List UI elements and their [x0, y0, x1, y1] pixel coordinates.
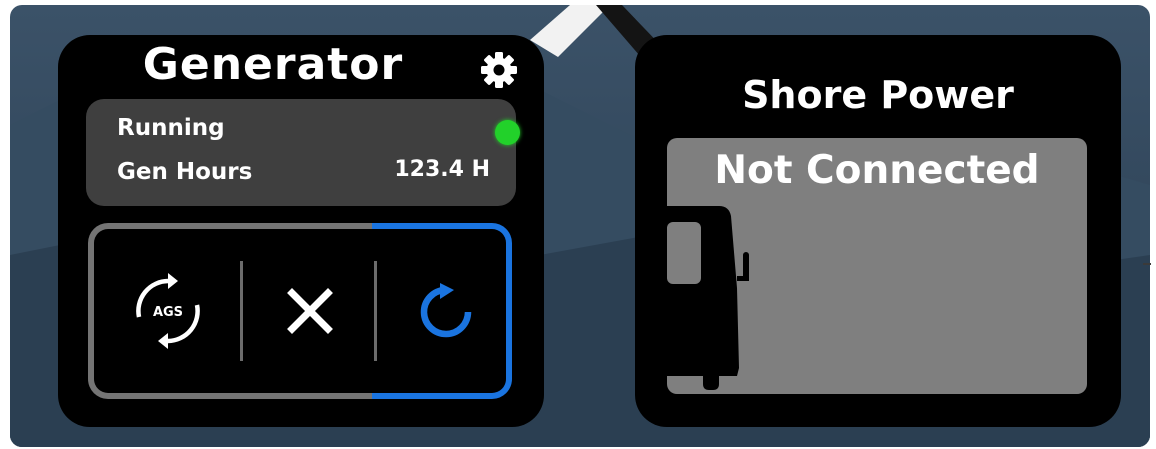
- auto-button[interactable]: [378, 229, 514, 393]
- close-icon: [287, 288, 333, 334]
- gen-hours-value: 123.4 H: [394, 157, 490, 182]
- ags-label: AGS: [153, 305, 183, 320]
- shore-power-status: Not Connected: [714, 148, 1040, 193]
- ags-cycle-icon: AGS: [136, 273, 200, 349]
- generator-panel: Generator Running Gen Hours 123.4 H AGS: [58, 35, 544, 427]
- refresh-icon: [420, 283, 472, 338]
- rv-icon: [667, 206, 749, 390]
- running-status-indicator: [495, 120, 520, 145]
- running-status-label: Running: [117, 115, 225, 141]
- edge-marker: [1143, 263, 1151, 265]
- background: Generator Running Gen Hours 123.4 H AGS …: [10, 5, 1150, 447]
- gen-hours-label: Gen Hours: [117, 159, 253, 185]
- off-button[interactable]: [242, 229, 378, 393]
- generator-title: Generator: [142, 39, 404, 90]
- shore-power-status-box: Not Connected: [667, 138, 1087, 394]
- generator-status-box: Running Gen Hours 123.4 H: [86, 99, 520, 206]
- gear-icon[interactable]: [478, 49, 520, 91]
- generator-mode-selector: AGS: [88, 223, 512, 399]
- ags-button[interactable]: AGS: [94, 229, 242, 393]
- shore-power-panel: Shore Power Not Connected: [635, 35, 1121, 427]
- mode-divider: [374, 261, 377, 361]
- shore-power-title: Shore Power: [742, 73, 1014, 117]
